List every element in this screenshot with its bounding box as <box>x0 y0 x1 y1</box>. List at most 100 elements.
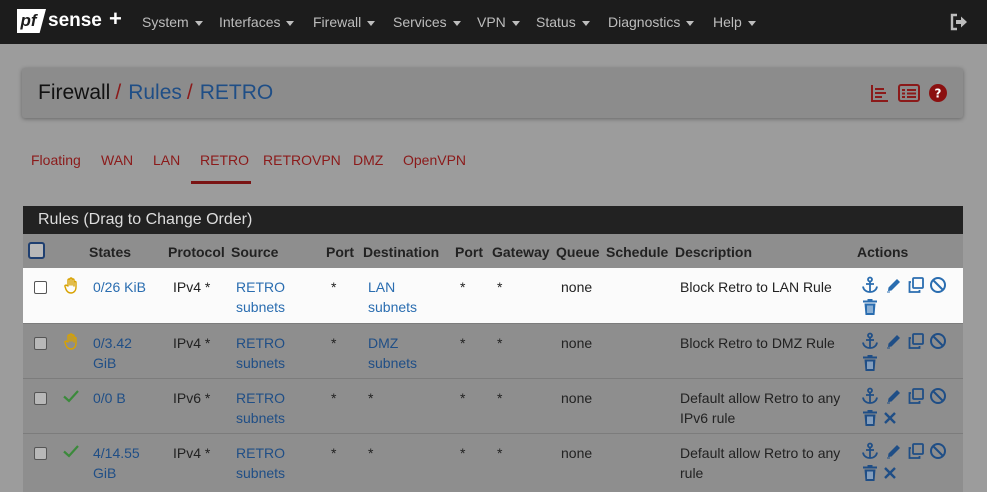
source-type: subnets <box>236 299 286 315</box>
nav-status[interactable]: Status <box>536 0 590 44</box>
nav-vpn[interactable]: VPN <box>477 0 520 44</box>
column-header-dest-port[interactable]: Port <box>455 241 483 263</box>
pencil-icon[interactable] <box>885 387 903 405</box>
source-port-cell: * <box>331 390 337 406</box>
source-link[interactable]: RETRO subnets <box>236 277 285 317</box>
logo-name: sense <box>48 10 102 31</box>
queue-cell: none <box>561 279 593 295</box>
copy-icon[interactable] <box>907 442 925 460</box>
source-link[interactable]: RETRO subnets <box>236 333 285 373</box>
column-header-states[interactable]: States <box>89 241 131 263</box>
table-row[interactable]: 0/26 KiB IPv4 * RETRO subnets * LAN subnets * * n… <box>23 268 963 323</box>
nav-help[interactable]: Help <box>713 0 756 44</box>
help-icon[interactable]: ? <box>928 83 948 103</box>
states-link[interactable]: 0/0 B <box>93 388 126 408</box>
dest-port-cell: * <box>460 390 466 406</box>
pass-check-icon[interactable] <box>62 387 80 405</box>
trash-icon[interactable] <box>861 298 879 316</box>
source-type: subnets <box>236 355 286 371</box>
source-name: RETRO <box>236 279 285 295</box>
disable-icon[interactable] <box>929 332 947 350</box>
disable-icon[interactable] <box>929 442 947 460</box>
gateway-cell: * <box>497 279 503 295</box>
table-row[interactable]: 0/0 B IPv6 * RETRO subnets * * * * none Default a… <box>23 378 963 433</box>
column-header-schedule[interactable]: Schedule <box>606 241 668 263</box>
anchor-icon[interactable] <box>861 332 879 350</box>
table-row[interactable]: 4/14.55 GiB IPv4 * RETRO subnets * * * * none Defa… <box>23 433 963 488</box>
row-select-checkbox[interactable] <box>34 447 47 460</box>
column-header-description[interactable]: Description <box>675 241 752 263</box>
row-select-checkbox[interactable] <box>34 281 47 294</box>
description-cell: Block Retro to LAN Rule <box>680 277 832 297</box>
nav-diagnostics[interactable]: Diagnostics <box>608 0 695 44</box>
description-cell: Block Retro to DMZ Rule <box>680 333 835 353</box>
block-hand-icon[interactable] <box>62 332 80 350</box>
states-value: 0/3.42 <box>93 335 132 351</box>
row-select-checkbox[interactable] <box>34 392 47 405</box>
trash-icon[interactable] <box>861 354 879 372</box>
column-header-port[interactable]: Port <box>326 241 354 263</box>
queue-cell: none <box>561 335 593 351</box>
logo-prefix: pf <box>17 9 46 33</box>
pfsense-logo[interactable]: pf sense + <box>17 7 127 33</box>
sign-out-icon[interactable] <box>949 12 969 32</box>
breadcrumb-firewall: Firewall <box>38 81 111 104</box>
destination-link[interactable]: DMZ subnets <box>368 333 417 373</box>
source-link[interactable]: RETRO subnets <box>236 443 285 483</box>
trash-icon[interactable] <box>861 464 879 482</box>
source-port-cell: * <box>331 445 337 461</box>
delete-x-icon[interactable] <box>881 464 899 482</box>
description-line1: Default allow Retro to any <box>680 390 841 406</box>
copy-icon[interactable] <box>907 332 925 350</box>
nav-system[interactable]: System <box>142 0 203 44</box>
tab-floating[interactable]: Floating <box>31 148 81 174</box>
disable-icon[interactable] <box>929 387 947 405</box>
nav-services[interactable]: Services <box>393 0 461 44</box>
states-link[interactable]: 0/3.42 GiB <box>93 333 132 373</box>
breadcrumb-current[interactable]: RETRO <box>200 81 274 104</box>
chevron-down-icon <box>581 20 590 26</box>
nav-firewall[interactable]: Firewall <box>313 0 376 44</box>
destination-name: LAN <box>368 279 396 295</box>
destination-type: subnets <box>368 355 418 371</box>
pass-check-icon[interactable] <box>62 442 80 460</box>
trash-icon[interactable] <box>861 409 879 427</box>
anchor-icon[interactable] <box>861 387 879 405</box>
row-select-checkbox[interactable] <box>34 337 47 350</box>
tab-dmz[interactable]: DMZ <box>353 148 383 174</box>
tab-openvpn[interactable]: OpenVPN <box>403 148 466 174</box>
column-header-source[interactable]: Source <box>231 241 278 263</box>
pencil-icon[interactable] <box>885 332 903 350</box>
copy-icon[interactable] <box>907 387 925 405</box>
column-header-gateway[interactable]: Gateway <box>492 241 550 263</box>
dest-port-cell: * <box>460 279 466 295</box>
list-icon[interactable] <box>898 83 920 103</box>
states-link[interactable]: 4/14.55 GiB <box>93 443 140 483</box>
dest-port-cell: * <box>460 445 466 461</box>
select-all-checkbox[interactable] <box>28 242 45 259</box>
delete-x-icon[interactable] <box>881 409 899 427</box>
table-row[interactable]: 0/3.42 GiB IPv4 * RETRO subnets * DMZ subnets * *… <box>23 323 963 378</box>
tab-retrovpn[interactable]: RETROVPN <box>263 148 341 174</box>
copy-icon[interactable] <box>907 276 925 294</box>
chevron-down-icon <box>747 20 756 26</box>
anchor-icon[interactable] <box>861 442 879 460</box>
column-header-queue[interactable]: Queue <box>556 241 600 263</box>
source-link[interactable]: RETRO subnets <box>236 388 285 428</box>
tab-wan[interactable]: WAN <box>101 148 133 174</box>
states-link[interactable]: 0/26 KiB <box>93 277 146 297</box>
destination-link[interactable]: LAN subnets <box>368 277 417 317</box>
tab-lan[interactable]: LAN <box>153 148 180 174</box>
dest-port-cell: * <box>460 335 466 351</box>
nav-interfaces[interactable]: Interfaces <box>219 0 295 44</box>
bar-chart-icon[interactable] <box>870 83 890 103</box>
column-header-destination[interactable]: Destination <box>363 241 439 263</box>
pencil-icon[interactable] <box>885 276 903 294</box>
disable-icon[interactable] <box>929 276 947 294</box>
breadcrumb-rules-link[interactable]: Rules <box>128 81 182 104</box>
anchor-icon[interactable] <box>861 276 879 294</box>
column-header-protocol[interactable]: Protocol <box>168 241 225 263</box>
pencil-icon[interactable] <box>885 442 903 460</box>
block-hand-icon[interactable] <box>62 276 80 294</box>
tab-retro[interactable]: RETRO <box>200 148 249 174</box>
